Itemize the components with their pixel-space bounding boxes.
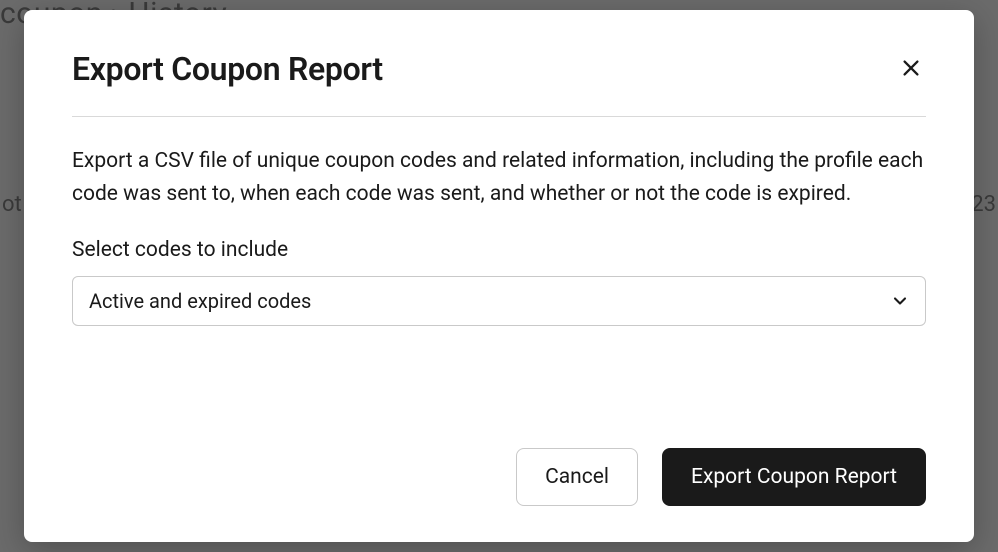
close-icon	[900, 57, 922, 82]
modal-title: Export Coupon Report	[72, 50, 383, 88]
modal-header: Export Coupon Report	[72, 50, 926, 117]
codes-select[interactable]: Active and expired codes	[72, 276, 926, 326]
modal-body: Export a CSV file of unique coupon codes…	[72, 145, 926, 416]
select-label: Select codes to include	[72, 238, 926, 262]
export-button[interactable]: Export Coupon Report	[662, 448, 926, 506]
backdrop-row-right: 23	[971, 192, 996, 217]
modal-footer: Cancel Export Coupon Report	[72, 448, 926, 506]
backdrop-row-left: ot	[2, 192, 22, 217]
cancel-button[interactable]: Cancel	[516, 448, 638, 506]
select-wrapper: Active and expired codes	[72, 276, 926, 326]
close-button[interactable]	[896, 53, 926, 86]
export-coupon-modal: Export Coupon Report Export a CSV file o…	[24, 10, 974, 542]
modal-description: Export a CSV file of unique coupon codes…	[72, 145, 926, 210]
